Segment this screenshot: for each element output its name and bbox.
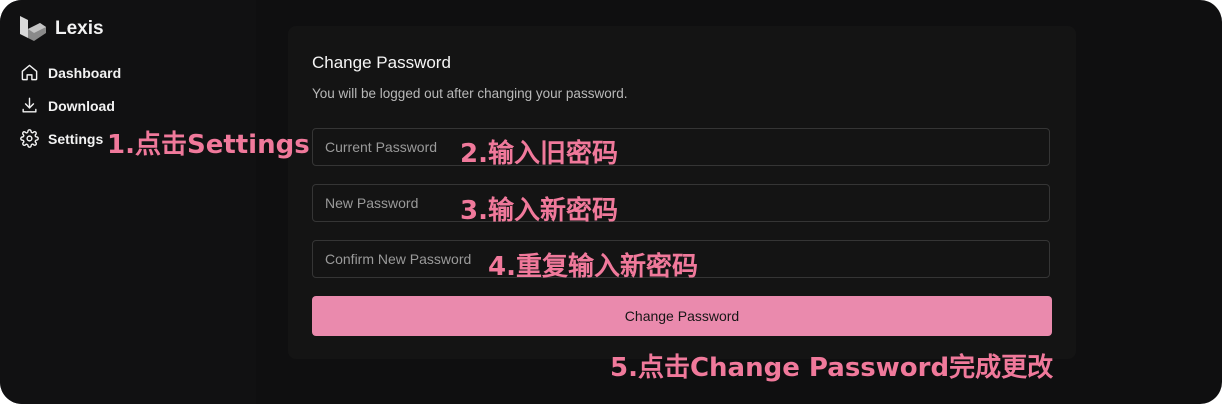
annotation-step-1: 1.点击Settings xyxy=(107,130,310,160)
sidebar-item-settings[interactable]: Settings xyxy=(20,129,103,148)
current-password-input[interactable] xyxy=(313,129,1049,165)
change-password-card: Change Password You will be logged out a… xyxy=(288,26,1076,359)
change-password-button[interactable]: Change Password xyxy=(312,296,1052,336)
card-subtitle: You will be logged out after changing yo… xyxy=(312,86,628,101)
sidebar-item-label: Dashboard xyxy=(48,64,122,81)
home-icon xyxy=(21,64,38,81)
logo[interactable]: Lexis xyxy=(18,14,104,44)
current-password-field[interactable] xyxy=(312,128,1050,166)
sidebar-item-dashboard[interactable]: Dashboard xyxy=(20,63,121,82)
card-title: Change Password xyxy=(312,53,451,72)
lexis-logo-icon xyxy=(20,16,46,41)
annotation-step-5: 5.点击Change Password完成更改 xyxy=(610,353,1054,383)
sidebar-item-download[interactable]: Download xyxy=(20,96,115,115)
gear-icon xyxy=(20,129,39,148)
app-window: Lexis Dashboard Download Settings Change… xyxy=(0,0,1222,404)
sidebar: Lexis Dashboard Download Settings xyxy=(0,0,256,404)
annotation-step-4: 4.重复输入新密码 xyxy=(488,252,698,282)
new-password-input[interactable] xyxy=(313,185,1049,221)
annotation-step-2: 2.输入旧密码 xyxy=(460,139,618,169)
new-password-field[interactable] xyxy=(312,184,1050,222)
download-icon xyxy=(22,97,37,113)
sidebar-item-label: Settings xyxy=(48,130,104,147)
sidebar-item-label: Download xyxy=(48,97,115,114)
app-name: Lexis xyxy=(55,18,104,39)
annotation-step-3: 3.输入新密码 xyxy=(460,196,618,226)
